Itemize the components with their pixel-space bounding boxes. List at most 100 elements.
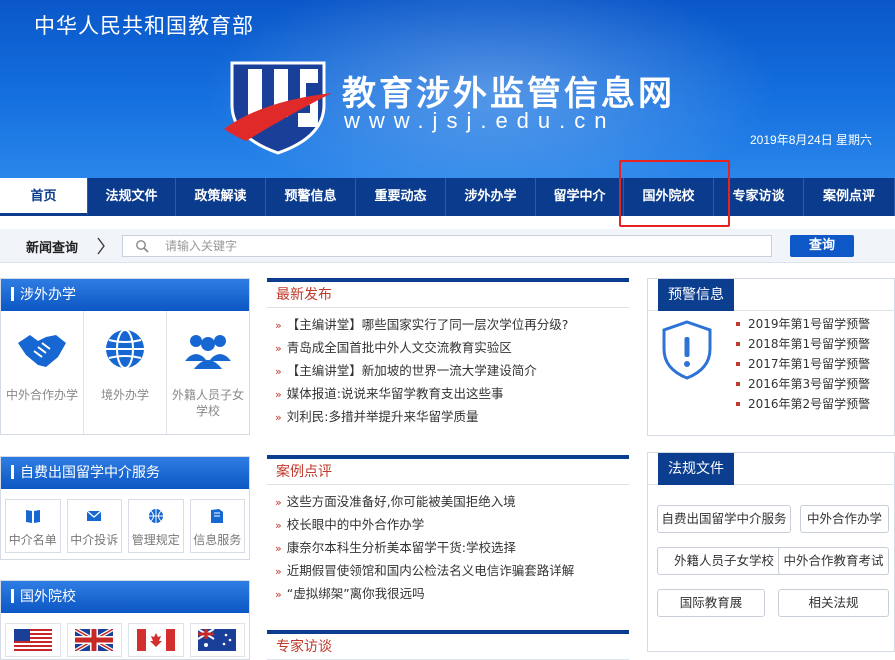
list-item-text: 2016年第3号留学预警 bbox=[748, 377, 871, 391]
australia-universities-link[interactable] bbox=[189, 623, 245, 657]
list-item[interactable]: » 媒体报道:说说来华留学教育支出这些事 bbox=[275, 382, 629, 405]
nav-foreign-school[interactable]: 涉外办学 bbox=[446, 178, 536, 216]
search-button[interactable]: 查询 bbox=[790, 235, 854, 257]
arrow-icon: » bbox=[275, 542, 282, 555]
management-rules-link[interactable]: 管理规定 bbox=[128, 499, 184, 553]
latest-news-section: 最新发布 » 【主编讲堂】哪些国家实行了同一层次学位再分级? » 青岛成全国首批中外人… bbox=[267, 278, 629, 428]
foreign-universities-header[interactable]: 国外院校 bbox=[1, 581, 249, 613]
jsj-logo-icon[interactable] bbox=[222, 55, 334, 155]
site-url: www.jsj.edu.cn bbox=[344, 108, 616, 133]
list-item[interactable]: 2019年第1号留学预警 bbox=[736, 314, 870, 334]
canada-universities-link[interactable] bbox=[128, 623, 184, 657]
list-item[interactable]: » 【主编讲堂】哪些国家实行了同一层次学位再分级? bbox=[275, 313, 629, 336]
main-nav: 首页 法规文件 政策解读 预警信息 重要动态 涉外办学 留学中介 国外院校 专家访谈 案例点评 bbox=[0, 178, 895, 216]
foreign-school-panel: 涉外办学 中外合作办学 境外办学 外籍人员子女学校 bbox=[0, 278, 250, 435]
list-item[interactable]: 2016年第2号留学预警 bbox=[736, 394, 870, 414]
list-item[interactable]: 2016年第3号留学预警 bbox=[736, 374, 870, 394]
arrow-icon: » bbox=[275, 319, 282, 332]
bullet-icon bbox=[736, 342, 740, 346]
arrow-icon: » bbox=[275, 588, 282, 601]
basketball-icon bbox=[148, 509, 163, 523]
regulation-tag[interactable]: 国际教育展 bbox=[657, 589, 765, 617]
case-review-section: 案例点评 » 这些方面没准备好,你可能被美国拒绝入境 » 校长眼中的中外合作办学 » 康奈… bbox=[267, 455, 629, 605]
list-item-text: 【主编讲堂】新加坡的世界一流大学建设简介 bbox=[286, 363, 537, 378]
cooperative-school-link[interactable]: 中外合作办学 bbox=[1, 311, 84, 434]
regulations-title[interactable]: 法规文件 bbox=[658, 453, 734, 485]
site-banner: 中华人民共和国教育部 教育涉外监管信息网 www.jsj.edu.cn 2019… bbox=[0, 0, 895, 178]
list-item[interactable]: 2018年第1号留学预警 bbox=[736, 334, 870, 354]
warning-title[interactable]: 预警信息 bbox=[658, 279, 734, 311]
regulation-tag[interactable]: 中外合作教育考试 bbox=[778, 547, 889, 575]
list-item[interactable]: » 青岛成全国首批中外人文交流教育实验区 bbox=[275, 336, 629, 359]
arrow-icon: » bbox=[275, 388, 282, 401]
foreign-universities-panel: 国外院校 bbox=[0, 580, 250, 660]
list-item[interactable]: » 刘利民:多措并举提升来华留学质量 bbox=[275, 405, 629, 428]
arrow-icon: » bbox=[275, 496, 282, 509]
chevron-right-icon bbox=[97, 237, 105, 255]
nav-regulations[interactable]: 法规文件 bbox=[88, 178, 176, 216]
ministry-name[interactable]: 中华人民共和国教育部 bbox=[34, 10, 254, 40]
handshake-icon bbox=[18, 335, 66, 367]
foreign-universities-title: 国外院校 bbox=[20, 589, 76, 605]
info-service-label: 信息服务 bbox=[193, 533, 242, 547]
list-item[interactable]: » 康奈尔本科生分析美本留学干货:学校选择 bbox=[275, 536, 629, 559]
expert-interview-section: 专家访谈 bbox=[267, 630, 629, 660]
list-item[interactable]: » “虚拟绑架”离你我很远吗 bbox=[275, 582, 629, 605]
nav-case-review[interactable]: 案例点评 bbox=[804, 178, 895, 216]
news-search-bar: 新闻查询 查询 bbox=[0, 229, 895, 263]
book-icon bbox=[25, 510, 40, 523]
list-item[interactable]: 2017年第1号留学预警 bbox=[736, 354, 870, 374]
nav-foreign-universities[interactable]: 国外院校 bbox=[624, 178, 714, 216]
nav-news[interactable]: 重要动态 bbox=[356, 178, 446, 216]
list-item-text: 【主编讲堂】哪些国家实行了同一层次学位再分级? bbox=[286, 317, 569, 332]
overseas-school-label: 境外办学 bbox=[100, 388, 149, 402]
regulation-tag[interactable]: 外籍人员子女学校 bbox=[657, 547, 791, 575]
globe-icon bbox=[106, 329, 144, 369]
warning-panel: 预警信息 2019年第1号留学预警 2018年第1号留学预警 2017年第1号留学预… bbox=[647, 278, 895, 436]
list-item[interactable]: » 这些方面没准备好,你可能被美国拒绝入境 bbox=[275, 490, 629, 513]
list-item-text: 近期假冒使领馆和国内公检法名义电信诈骗套路详解 bbox=[286, 563, 575, 578]
expat-children-school-label: 外籍人员子女学校 bbox=[171, 388, 244, 418]
agency-service-panel: 自费出国留学中介服务 中介名单 中介投诉 管理规定 信息服务 bbox=[0, 456, 250, 560]
list-item-text: 2017年第1号留学预警 bbox=[748, 357, 871, 371]
nav-agency[interactable]: 留学中介 bbox=[536, 178, 624, 216]
uk-universities-link[interactable] bbox=[66, 623, 122, 657]
expat-children-school-link[interactable]: 外籍人员子女学校 bbox=[167, 311, 249, 434]
list-item-text: 2016年第2号留学预警 bbox=[748, 397, 871, 411]
agency-list-link[interactable]: 中介名单 bbox=[5, 499, 61, 553]
list-item-text: 康奈尔本科生分析美本留学干货:学校选择 bbox=[286, 540, 516, 555]
list-item[interactable]: » 校长眼中的中外合作办学 bbox=[275, 513, 629, 536]
mail-icon bbox=[86, 510, 102, 521]
list-item-text: 刘利民:多措并举提升来华留学质量 bbox=[286, 409, 479, 424]
current-date: 2019年8月24日 星期六 bbox=[750, 133, 873, 147]
nav-warnings[interactable]: 预警信息 bbox=[266, 178, 356, 216]
overseas-school-link[interactable]: 境外办学 bbox=[84, 311, 167, 434]
case-review-title[interactable]: 案例点评 bbox=[267, 455, 629, 485]
list-item-text: 校长眼中的中外合作办学 bbox=[286, 517, 425, 532]
regulation-tag[interactable]: 自费出国留学中介服务 bbox=[657, 505, 791, 533]
folder-icon bbox=[211, 509, 224, 523]
bullet-icon bbox=[736, 322, 740, 326]
shield-alert-icon bbox=[662, 320, 712, 380]
nav-expert-interview[interactable]: 专家访谈 bbox=[714, 178, 804, 216]
people-group-icon bbox=[185, 335, 231, 369]
list-item[interactable]: » 【主编讲堂】新加坡的世界一流大学建设简介 bbox=[275, 359, 629, 382]
search-input[interactable] bbox=[163, 237, 763, 255]
regulation-tag[interactable]: 中外合作办学 bbox=[800, 505, 889, 533]
nav-home[interactable]: 首页 bbox=[0, 178, 88, 216]
latest-news-title[interactable]: 最新发布 bbox=[267, 278, 629, 308]
agency-complaint-label: 中介投诉 bbox=[70, 533, 119, 547]
latest-news-list: » 【主编讲堂】哪些国家实行了同一层次学位再分级? » 青岛成全国首批中外人文交流教育… bbox=[267, 308, 629, 428]
agency-complaint-link[interactable]: 中介投诉 bbox=[66, 499, 122, 553]
info-service-link[interactable]: 信息服务 bbox=[189, 499, 245, 553]
us-universities-link[interactable] bbox=[5, 623, 61, 657]
list-item-text: 这些方面没准备好,你可能被美国拒绝入境 bbox=[286, 494, 516, 509]
list-item[interactable]: » 近期假冒使领馆和国内公检法名义电信诈骗套路详解 bbox=[275, 559, 629, 582]
nav-policy[interactable]: 政策解读 bbox=[176, 178, 266, 216]
agency-service-header[interactable]: 自费出国留学中介服务 bbox=[1, 457, 249, 489]
foreign-school-header[interactable]: 涉外办学 bbox=[1, 279, 249, 311]
regulations-panel: 法规文件 自费出国留学中介服务 中外合作办学 外籍人员子女学校 中外合作教育考试 国际教… bbox=[647, 452, 895, 652]
list-item-text: 2018年第1号留学预警 bbox=[748, 337, 871, 351]
regulation-tag[interactable]: 相关法规 bbox=[778, 589, 889, 617]
expert-interview-title[interactable]: 专家访谈 bbox=[267, 630, 629, 660]
